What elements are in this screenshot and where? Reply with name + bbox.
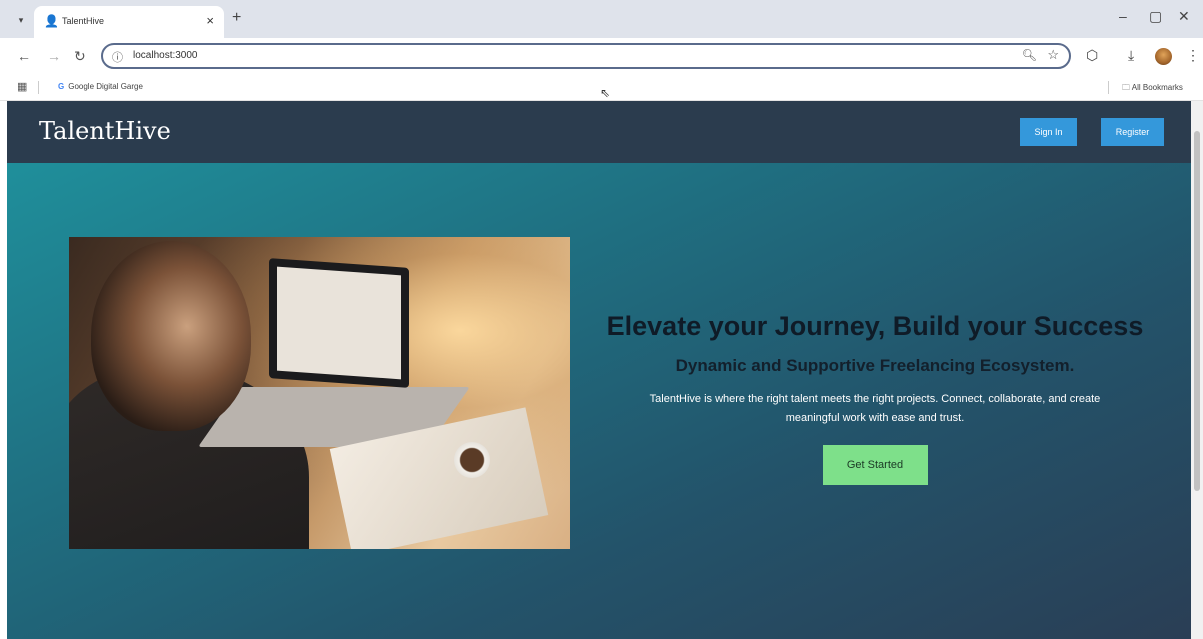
download-icon[interactable]: ⤓ (1128, 47, 1134, 64)
bookmarks-divider (38, 81, 39, 94)
all-bookmarks-label: All Bookmarks (1131, 83, 1183, 92)
browser-tab[interactable]: 👤 TalentHive × (34, 6, 224, 38)
star-icon[interactable]: ☆ (1047, 47, 1059, 63)
address-bar[interactable]: ⓘ localhost:3000 🔍︎ ☆ (101, 43, 1071, 69)
minimize-icon[interactable]: – (1119, 8, 1127, 24)
reload-icon[interactable]: ↻ (74, 48, 86, 65)
all-bookmarks-button[interactable]: 🗀 All Bookmarks (1122, 82, 1183, 96)
laptop-display (277, 266, 401, 380)
hero-title: Elevate your Journey, Build your Success (606, 311, 1144, 341)
laptop-screen-shape (269, 258, 409, 388)
tab-favicon-icon: 👤 (44, 14, 59, 28)
sign-in-button[interactable]: Sign In (1020, 118, 1077, 146)
hero-text-block: Elevate your Journey, Build your Success… (595, 311, 1155, 485)
scrollbar-thumb[interactable] (1194, 131, 1200, 491)
bookmarks-divider (1108, 81, 1109, 94)
browser-tab-bar: ▾ 👤 TalentHive × + – ▢ ✕ (0, 0, 1203, 38)
tab-search-icon[interactable]: ▾ (12, 11, 30, 29)
get-started-button[interactable]: Get Started (822, 445, 928, 485)
hero-image (69, 237, 570, 549)
address-url[interactable]: localhost:3000 (133, 50, 198, 61)
google-icon: G (58, 82, 65, 91)
folder-icon: 🗀 (1122, 83, 1132, 92)
restore-icon[interactable]: ▢ (1149, 8, 1162, 25)
browser-toolbar: ← → ↻ ⓘ localhost:3000 🔍︎ ☆ ⬡ ⤓ ⋮ (0, 38, 1203, 76)
site-header: TalentHive Sign In Register (7, 101, 1191, 163)
page-scrollbar[interactable] (1191, 101, 1203, 639)
window-close-icon[interactable]: ✕ (1178, 8, 1190, 25)
extensions-icon[interactable]: ⬡ (1086, 47, 1098, 64)
forward-arrow-icon[interactable]: → (47, 48, 61, 64)
bookmark-label: Google Digital Garge (68, 82, 143, 91)
back-arrow-icon[interactable]: ← (17, 48, 31, 64)
profile-avatar[interactable] (1155, 48, 1172, 65)
site-logo[interactable]: TalentHive (39, 117, 171, 145)
apps-grid-icon[interactable]: ▦ (17, 80, 27, 93)
hero-section: Elevate your Journey, Build your Success… (7, 163, 1191, 639)
coffee-cup-shape (454, 442, 490, 478)
mouse-cursor-icon: ⇖ (600, 86, 611, 100)
register-button[interactable]: Register (1101, 118, 1164, 146)
person-head-shape (91, 241, 251, 431)
bookmark-google-digital-garage[interactable]: G Google Digital Garge (58, 82, 143, 91)
hero-description: TalentHive is where the right talent mee… (649, 393, 1101, 424)
tab-title: TalentHive (62, 16, 105, 26)
kebab-menu-icon[interactable]: ⋮ (1186, 47, 1200, 64)
tab-close-icon[interactable]: × (206, 13, 214, 28)
zoom-icon[interactable]: 🔍︎ (1022, 48, 1037, 62)
hero-subtitle: Dynamic and Supportive Freelancing Ecosy… (675, 356, 1075, 375)
page-viewport: TalentHive Sign In Register Elevate your… (7, 101, 1191, 639)
new-tab-icon[interactable]: + (232, 9, 241, 27)
site-info-icon[interactable]: ⓘ (112, 49, 123, 65)
